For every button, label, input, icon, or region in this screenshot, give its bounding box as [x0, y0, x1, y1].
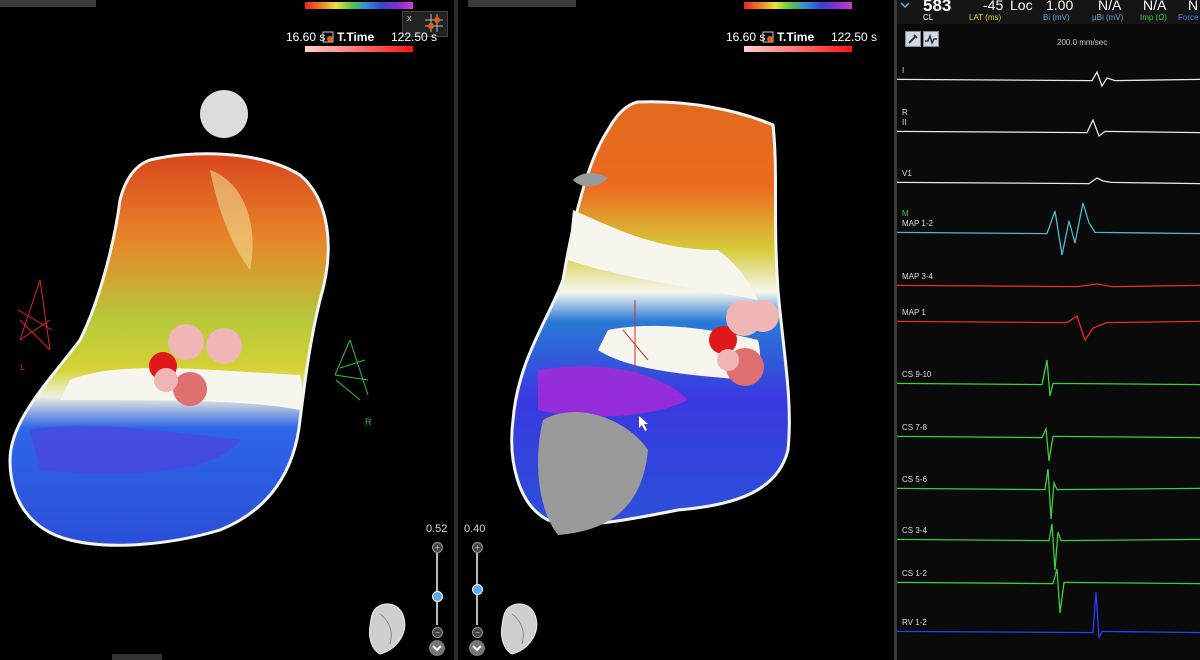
- ecg-trace: [897, 118, 1200, 138]
- ecg-traces[interactable]: [897, 0, 1200, 660]
- ecg-channel-label[interactable]: CS 9-10: [902, 370, 931, 379]
- chevron-down-icon: [432, 645, 442, 652]
- heart-orientation-icon[interactable]: [498, 600, 544, 656]
- ecg-trace: [897, 523, 1200, 571]
- ecg-trace: [897, 591, 1200, 639]
- ablation-tag: [206, 328, 242, 364]
- ecg-channel-marker: R: [902, 108, 908, 117]
- ecg-trace: [897, 468, 1200, 520]
- ecg-channel-label[interactable]: CS 7-8: [902, 423, 927, 432]
- ablation-tag: [173, 372, 207, 406]
- landmark-sphere: [200, 90, 248, 138]
- orientation-axis-left: [17, 279, 53, 351]
- map-view-middle[interactable]: 16.60 s T.Time 122.50 s 0.40 + −: [458, 0, 894, 660]
- ecg-trace: [897, 177, 1200, 185]
- heart-orientation-icon[interactable]: [366, 600, 412, 656]
- expand-down-button[interactable]: [469, 640, 485, 656]
- ecg-trace: [897, 359, 1200, 397]
- orientation-label-left: L: [20, 362, 26, 372]
- anatomy-map-middle[interactable]: [458, 0, 894, 660]
- zoom-slider-track[interactable]: [436, 553, 438, 625]
- expand-down-button[interactable]: [429, 640, 445, 656]
- anatomy-map-left[interactable]: [0, 0, 454, 660]
- zoom-out-button[interactable]: −: [472, 627, 483, 638]
- orientation-label-right: R: [365, 417, 372, 427]
- ablation-tag: [168, 324, 204, 360]
- ecg-channel-label[interactable]: CS 3-4: [902, 526, 927, 535]
- ecg-channel-label[interactable]: II: [902, 118, 906, 127]
- zoom-in-button[interactable]: +: [472, 542, 483, 553]
- zoom-slider-thumb[interactable]: [432, 591, 443, 602]
- ecg-channel-marker: M: [902, 209, 909, 218]
- zoom-slider-thumb[interactable]: [472, 584, 483, 595]
- ecg-trace: [897, 70, 1200, 88]
- ecg-trace: [897, 314, 1200, 342]
- ecg-channel-label[interactable]: CS 5-6: [902, 475, 927, 484]
- ecg-channel-label[interactable]: MAP 1-2: [902, 219, 933, 228]
- zoom-level: 0.52: [426, 523, 448, 535]
- ecg-trace: [897, 426, 1200, 462]
- ecg-trace: [897, 283, 1200, 288]
- ablation-tag: [747, 300, 779, 332]
- ecg-channel-label[interactable]: CS 1-2: [902, 569, 927, 578]
- ecg-panel[interactable]: 583 CL -45 LAT (ms) Loc 1.00 Bi (mV) N/A…: [897, 0, 1200, 660]
- ablation-tag: [154, 368, 178, 392]
- bottom-toolbar-stub[interactable]: [112, 654, 162, 660]
- zoom-out-button[interactable]: −: [432, 627, 443, 638]
- ecg-trace: [897, 568, 1200, 614]
- ecg-channel-label[interactable]: I: [902, 66, 904, 75]
- ecg-channel-label[interactable]: MAP 1: [902, 308, 926, 317]
- ecg-channel-label[interactable]: V1: [902, 169, 912, 178]
- ablation-tag: [717, 349, 739, 371]
- zoom-level: 0.40: [464, 523, 486, 535]
- orientation-axis-right: [334, 339, 369, 401]
- chevron-down-icon: [472, 645, 482, 652]
- ecg-channel-label[interactable]: MAP 3-4: [902, 272, 933, 281]
- zoom-in-button[interactable]: +: [432, 542, 443, 553]
- map-view-left[interactable]: x 16.60 s T.Time 122.50 s L R 0.52 + −: [0, 0, 454, 660]
- ecg-trace: [897, 202, 1200, 256]
- ecg-channel-label[interactable]: RV 1-2: [902, 618, 927, 627]
